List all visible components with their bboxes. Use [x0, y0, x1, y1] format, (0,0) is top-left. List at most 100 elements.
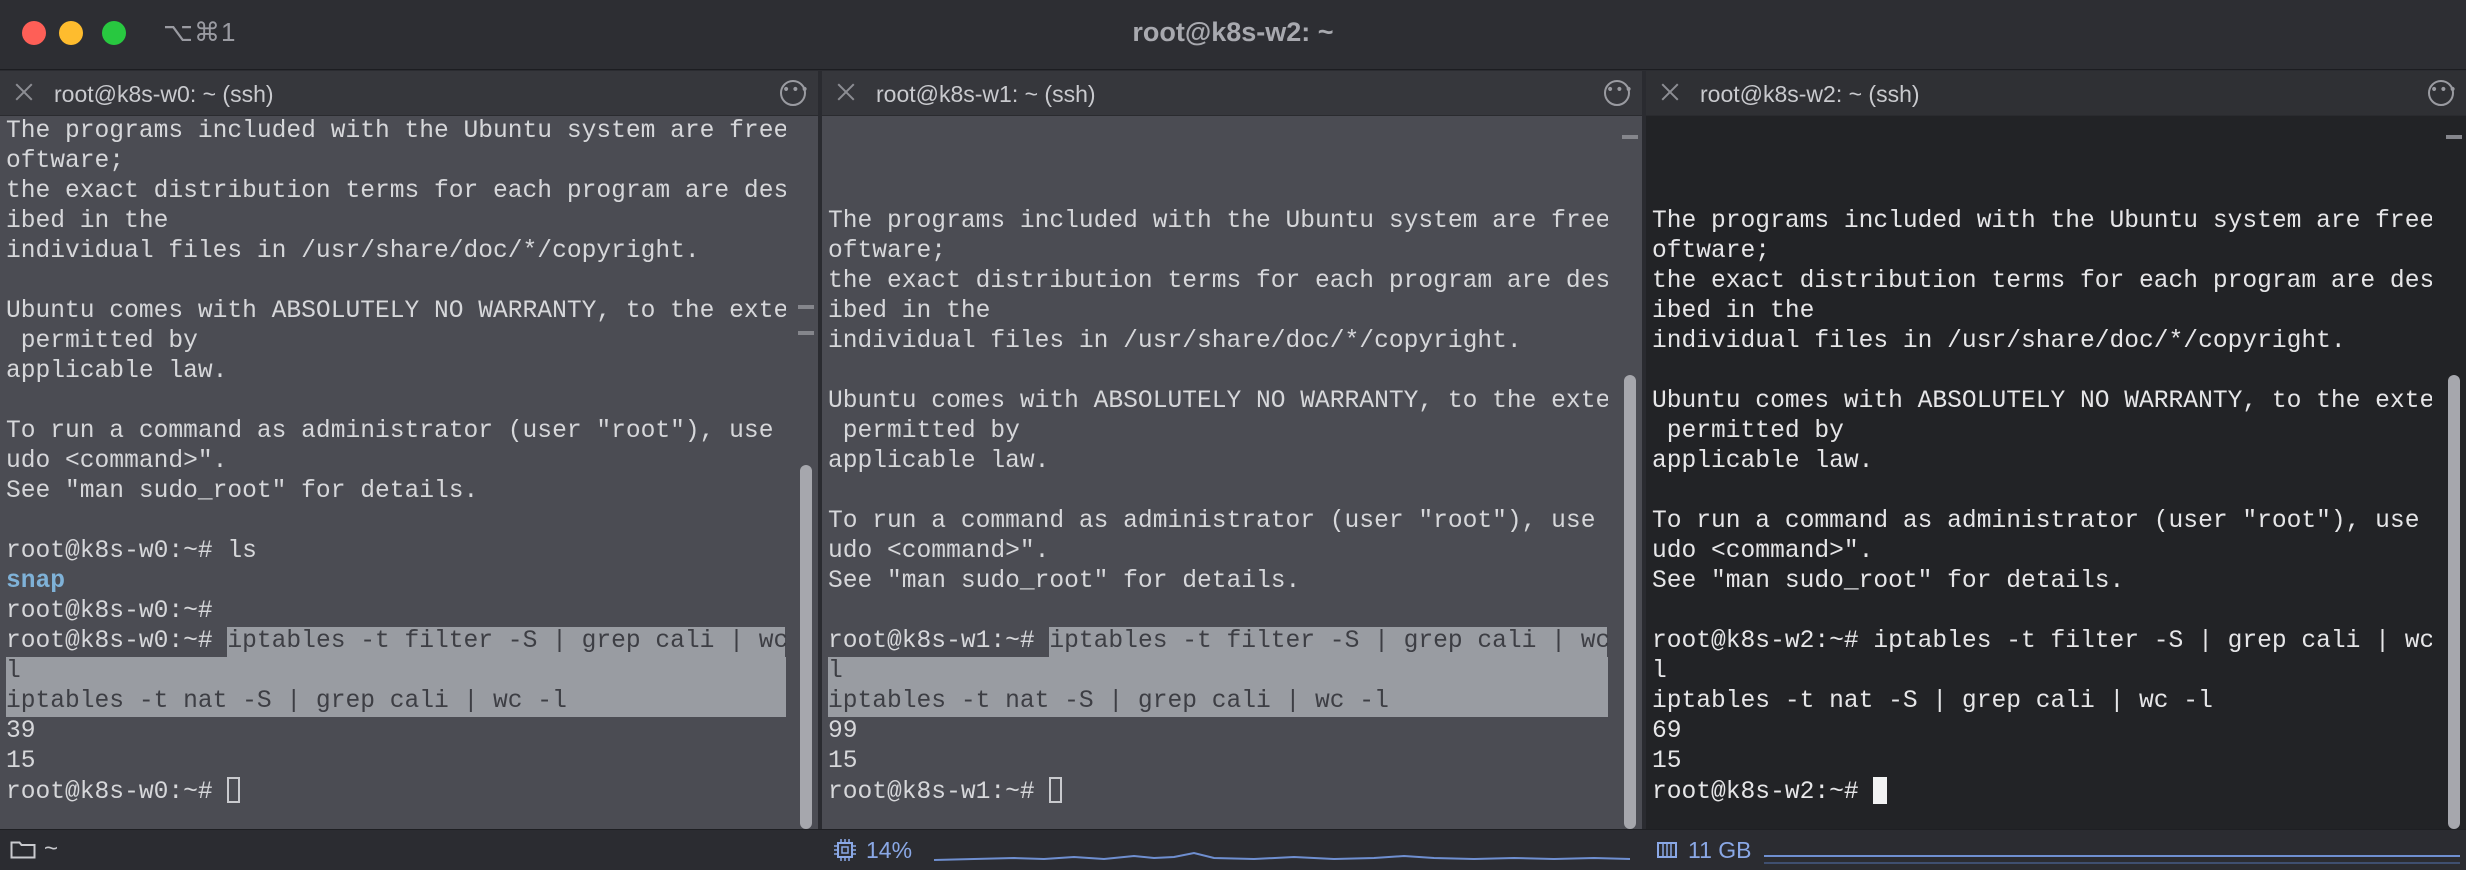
pane-tab-title: root@k8s-w0: ~ (ssh) — [54, 81, 274, 107]
terminal-line: oftware; — [1652, 238, 1771, 265]
terminal-line: 15 — [828, 748, 858, 775]
terminal-line: individual files in /usr/share/doc/*/cop… — [6, 238, 700, 265]
scrollbar[interactable] — [1622, 119, 1638, 829]
terminal-line: the exact distribution terms for each pr… — [828, 268, 1608, 295]
ellipsis-circle-icon[interactable]: ••• — [2428, 80, 2457, 106]
directory-entry: snap — [6, 568, 66, 595]
terminal-line: permitted by — [6, 328, 198, 355]
selected-text: iptables -t nat -S | grep cali | wc -l — [6, 687, 786, 717]
terminal-line: iptables -t nat -S | grep cali | wc -l — [6, 687, 786, 717]
close-icon[interactable] — [13, 81, 35, 103]
terminal-line: To run a command as administrator (user … — [828, 508, 1608, 535]
scrollbar-thumb[interactable] — [800, 465, 812, 829]
terminal-line: Ubuntu comes with ABSOLUTELY NO WARRANTY… — [6, 298, 786, 325]
terminal-line: permitted by — [1652, 418, 1844, 445]
terminal-line: root@k8s-w0:~# ls — [6, 538, 257, 565]
terminal-line: ibed in the — [1652, 298, 1815, 325]
terminal-line: root@k8s-w0:~# — [6, 777, 786, 807]
terminal-pane-w1[interactable]: root@k8s-w1: ~ (ssh) ••• The programs in… — [822, 71, 1642, 829]
selected-text: l — [828, 657, 1608, 687]
selected-text: iptables -t nat -S | grep cali | wc -l — [828, 687, 1608, 717]
terminal-line: ibed in the — [828, 298, 991, 325]
terminal-line: To run a command as administrator (user … — [6, 418, 786, 445]
terminal-line: 15 — [1652, 748, 1682, 775]
terminal-line: applicable law. — [6, 358, 228, 385]
terminal-line: applicable law. — [828, 448, 1050, 475]
terminal-line: See "man sudo_root" for details. — [828, 568, 1301, 595]
pane-tab-w1[interactable]: root@k8s-w1: ~ (ssh) ••• — [822, 71, 1642, 116]
terminal-line: permitted by — [828, 418, 1020, 445]
terminal-line: To run a command as administrator (user … — [1652, 508, 2432, 535]
memory-usage-graph — [1764, 855, 2460, 864]
status-memory: 11 GB — [1688, 837, 1752, 863]
terminal-output[interactable]: The programs included with the Ubuntu sy… — [1652, 117, 2432, 829]
terminal-output[interactable]: The programs included with the Ubuntu sy… — [6, 117, 786, 829]
terminal-line: root@k8s-w2:~# — [1652, 777, 2432, 807]
terminal-line: root@k8s-w1:~# iptables -t filter -S | g… — [828, 627, 1608, 657]
pane-tab-w0[interactable]: root@k8s-w0: ~ (ssh) ••• — [0, 71, 818, 116]
terminal-pane-w2[interactable]: root@k8s-w2: ~ (ssh) ••• The programs in… — [1646, 71, 2466, 829]
ellipsis-circle-icon[interactable]: ••• — [1604, 80, 1633, 106]
terminal-line: The programs included with the Ubuntu sy… — [828, 208, 1608, 235]
terminal-line: l — [6, 657, 786, 687]
terminal-line: applicable law. — [1652, 448, 1874, 475]
cpu-usage-graph — [934, 851, 1630, 861]
scrollbar[interactable] — [2446, 119, 2462, 829]
terminal-line: l — [1652, 658, 1667, 685]
terminal-line: the exact distribution terms for each pr… — [1652, 268, 2432, 295]
terminal-line: udo <command>". — [828, 538, 1050, 565]
terminal-line: root@k8s-w0:~# iptables -t filter -S | g… — [6, 627, 786, 657]
terminal-line: ibed in the — [6, 208, 169, 235]
scrollbar-thumb[interactable] — [2448, 375, 2460, 829]
scrollbar[interactable] — [798, 119, 814, 829]
terminal-line: l — [828, 657, 1608, 687]
window-titlebar[interactable]: ⌥⌘1 root@k8s-w2: ~ — [0, 0, 2466, 70]
terminal-line: Ubuntu comes with ABSOLUTELY NO WARRANTY… — [828, 388, 1608, 415]
terminal-line: 69 — [1652, 718, 1682, 745]
terminal-line: root@k8s-w0:~# — [6, 598, 213, 625]
terminal-line: individual files in /usr/share/doc/*/cop… — [1652, 328, 2346, 355]
terminal-line: The programs included with the Ubuntu sy… — [1652, 208, 2432, 235]
memory-icon — [1657, 842, 1677, 858]
terminal-line: iptables -t nat -S | grep cali | wc -l — [828, 687, 1608, 717]
terminal-line: See "man sudo_root" for details. — [6, 478, 479, 505]
terminal-pane-w0[interactable]: root@k8s-w0: ~ (ssh) ••• The programs in… — [0, 71, 818, 829]
selected-text: iptables -t filter -S | grep cali | wc - — [227, 627, 786, 657]
pane-tab-w2[interactable]: root@k8s-w2: ~ (ssh) ••• — [1646, 71, 2466, 116]
terminal-line: snap — [6, 567, 786, 597]
pane-tab-title: root@k8s-w2: ~ (ssh) — [1700, 81, 1920, 107]
terminal-line: The programs included with the Ubuntu sy… — [6, 118, 786, 145]
terminal-line: 39 — [6, 718, 36, 745]
status-directory: ~ — [44, 835, 59, 862]
scrollbar-thumb[interactable] — [1624, 375, 1636, 829]
selected-text: iptables -t filter -S | grep cali | wc - — [1049, 627, 1608, 657]
window-title: root@k8s-w2: ~ — [1132, 17, 1334, 47]
terminal-line: oftware; — [6, 148, 125, 175]
terminal-line: Ubuntu comes with ABSOLUTELY NO WARRANTY… — [1652, 388, 2432, 415]
terminal-line: root@k8s-w1:~# — [828, 777, 1608, 807]
close-icon[interactable] — [1659, 81, 1681, 103]
cpu-icon — [834, 839, 856, 861]
status-cpu: 14% — [866, 837, 913, 863]
terminal-line: root@k8s-w2:~# iptables -t filter -S | g… — [1652, 628, 2432, 655]
terminal-line: See "man sudo_root" for details. — [1652, 568, 2125, 595]
terminal-line: the exact distribution terms for each pr… — [6, 178, 786, 205]
terminal-output[interactable]: The programs included with the Ubuntu sy… — [828, 117, 1608, 829]
ellipsis-circle-icon[interactable]: ••• — [780, 80, 809, 106]
terminal-line: iptables -t nat -S | grep cali | wc -l — [1652, 688, 2213, 715]
terminal-line: 15 — [6, 748, 36, 775]
terminal-line: oftware; — [828, 238, 947, 265]
close-icon[interactable] — [835, 81, 857, 103]
terminal-cursor — [1873, 777, 1888, 804]
